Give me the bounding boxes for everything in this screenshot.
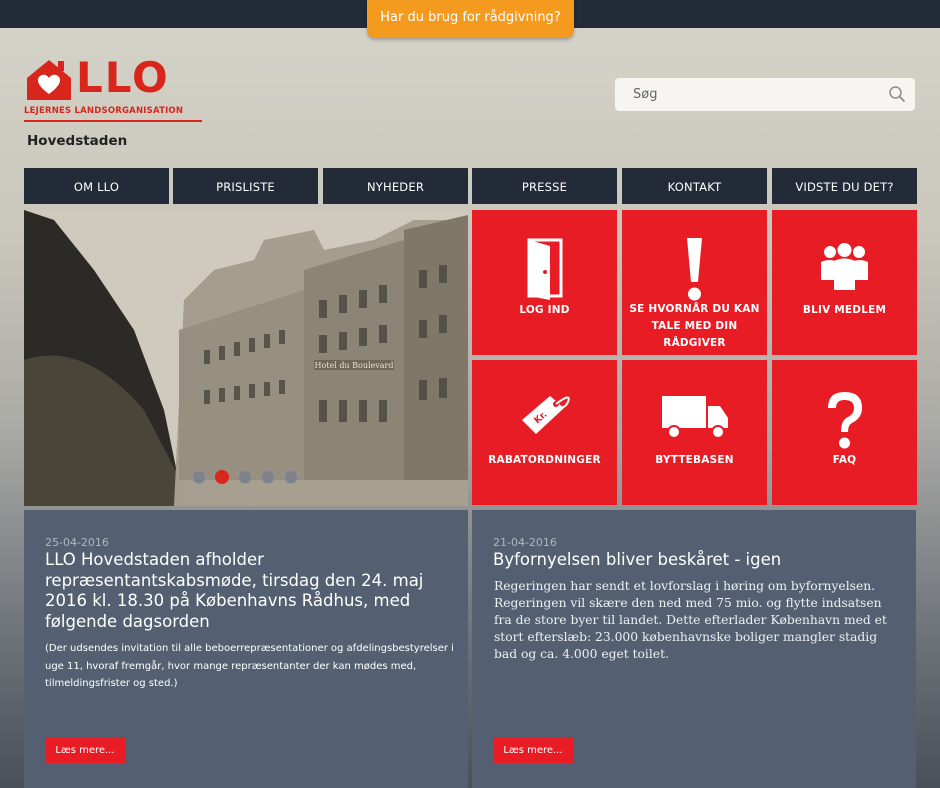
slider-dot-active[interactable] [215, 470, 229, 484]
tile-bliv-medlem[interactable]: BLIV MEDLEM [772, 210, 917, 355]
logo-text: LLO [76, 53, 170, 102]
slider-dot[interactable] [192, 470, 206, 484]
news-title[interactable]: LLO Hovedstaden afholder repræsentantska… [45, 550, 455, 632]
news-excerpt: Regeringen har sendt et lovforslag i hør… [494, 579, 887, 661]
news-card: 21-04-2016 Byfornyelsen bliver beskåret … [472, 510, 916, 788]
region-name: Hovedstaden [27, 133, 128, 149]
tile-log-ind[interactable]: LOG IND [472, 210, 617, 355]
nav-item-nyheder[interactable]: NYHEDER [323, 168, 468, 204]
tile-faq[interactable]: FAQ [772, 360, 917, 505]
exclamation-icon [687, 238, 702, 301]
door-icon [527, 238, 563, 300]
nav-item-prisliste[interactable]: PRISLISTE [173, 168, 318, 204]
slider-dot[interactable] [261, 470, 275, 484]
llo-logo[interactable]: LLO LEJERNES LANDSORGANISATION [24, 53, 204, 128]
question-mark-icon [828, 392, 862, 449]
tile-label: SE HVORNÅR DU KAN TALE MED DIN RÅDGIVER [629, 303, 760, 349]
nav-item-vidste-du-det[interactable]: VIDSTE DU DET? [772, 168, 917, 204]
tile-label: LOG IND [519, 304, 570, 316]
nav-item-kontakt[interactable]: KONTAKT [622, 168, 767, 204]
nav-item-presse[interactable]: PRESSE [472, 168, 617, 204]
slider-dot[interactable] [284, 470, 298, 484]
search-box [615, 78, 915, 111]
advice-cta-button[interactable]: Har du brug for rådgivning? [367, 0, 574, 38]
news-card: 25-04-2016 LLO Hovedstaden afholder repr… [24, 510, 468, 788]
tile-label: RABATORDNINGER [488, 454, 601, 466]
nav-item-om-llo[interactable]: OM LLO [24, 168, 169, 204]
house-heart-logo-icon [27, 60, 71, 100]
hero-photo: Hotel du Boulevard [24, 210, 468, 506]
slider-dot[interactable] [238, 470, 252, 484]
hotel-sign-text: Hotel du Boulevard [314, 361, 393, 370]
tile-raadgiver-tider[interactable]: SE HVORNÅR DU KAN TALE MED DIN RÅDGIVER [622, 210, 767, 355]
search-icon[interactable] [888, 85, 906, 103]
news-date: 25-04-2016 [45, 536, 109, 549]
hero-slider[interactable]: Hotel du Boulevard [24, 210, 468, 506]
tile-label: BLIV MEDLEM [802, 304, 887, 316]
tile-label: FAQ [832, 454, 857, 466]
logo-subtitle: LEJERNES LANDSORGANISATION [24, 106, 202, 122]
price-tag-icon: Kr. [522, 396, 570, 434]
search-input[interactable] [615, 78, 880, 111]
read-more-button[interactable]: Læs mere... [45, 738, 125, 763]
tile-byttebasen[interactable]: BYTTEBASEN [622, 360, 767, 505]
news-excerpt: (Der udsendes invitation til alle beboer… [45, 643, 454, 689]
truck-icon [662, 396, 728, 439]
tile-label: BYTTEBASEN [655, 454, 734, 466]
news-title[interactable]: Byfornyelsen bliver beskåret - igen [493, 550, 903, 571]
news-date: 21-04-2016 [493, 536, 557, 549]
main-nav: OM LLO PRISLISTE NYHEDER PRESSE KONTAKT … [24, 168, 917, 204]
read-more-button[interactable]: Læs mere... [493, 738, 573, 763]
tile-rabatordninger[interactable]: Kr. RABATORDNINGER [472, 360, 617, 505]
